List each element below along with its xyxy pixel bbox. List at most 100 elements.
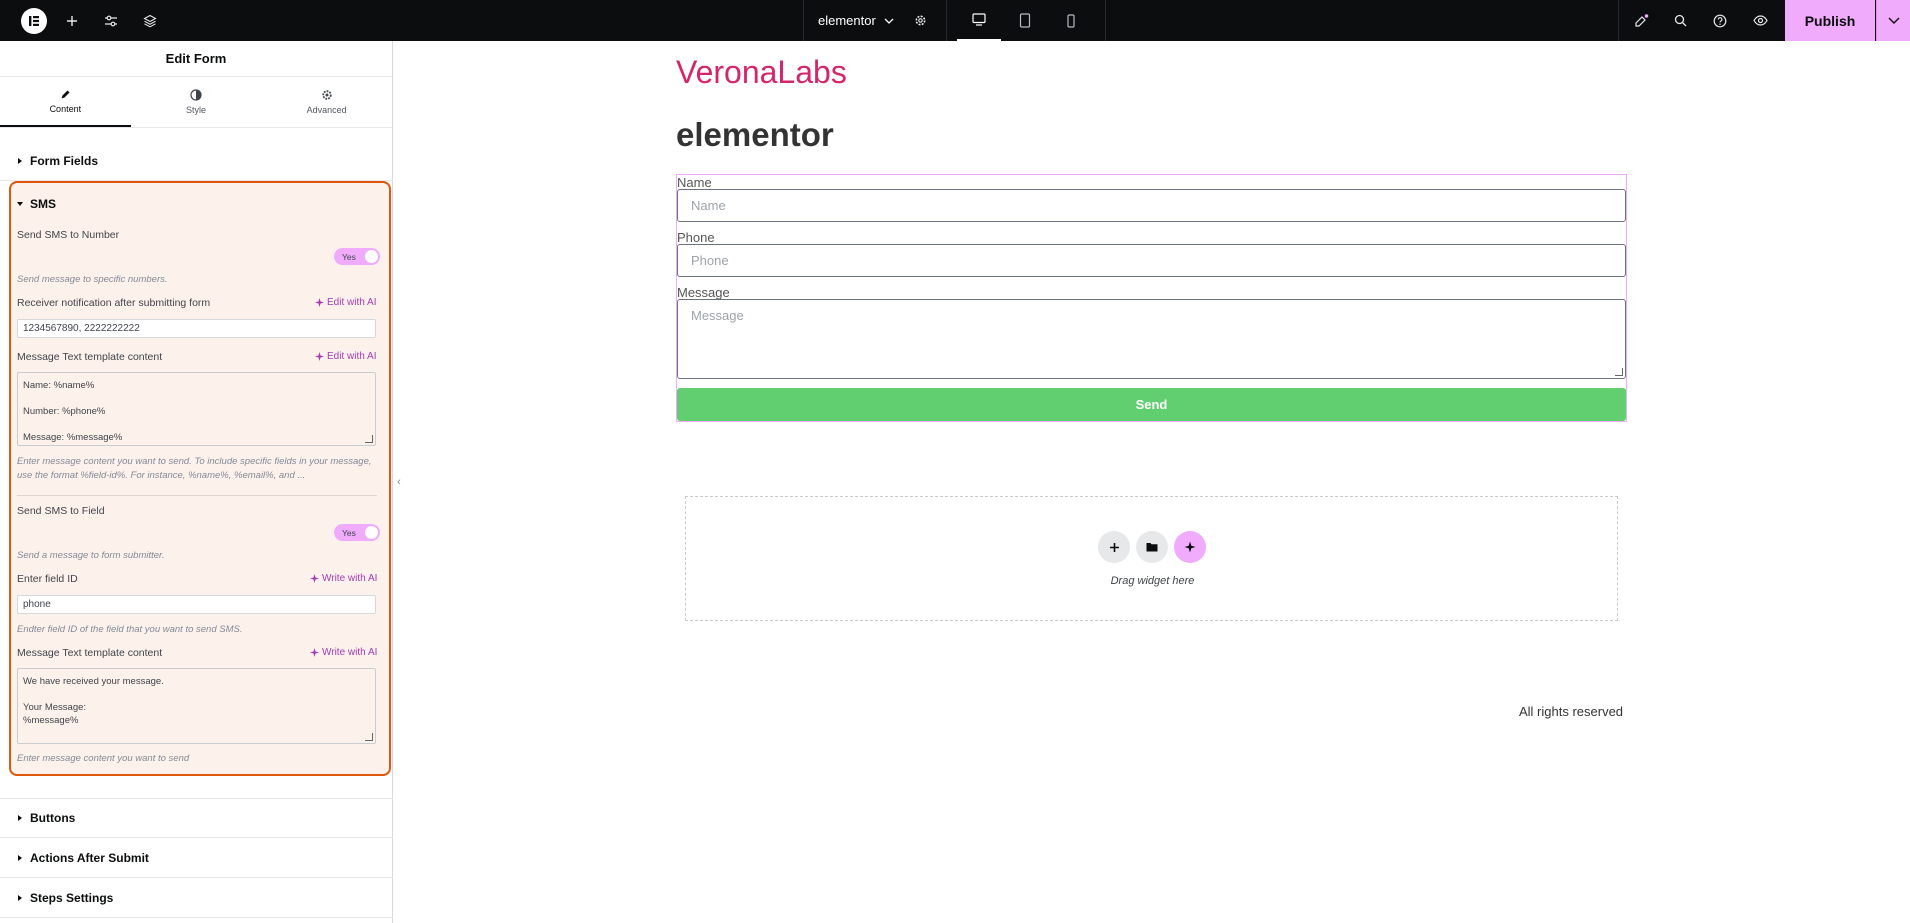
edit-with-ai-link[interactable]: Edit with AI bbox=[315, 297, 376, 308]
panel-title: Edit Form bbox=[0, 41, 392, 77]
resize-handle[interactable] bbox=[1615, 368, 1623, 376]
name-input[interactable]: Name bbox=[677, 189, 1626, 222]
message-textarea[interactable]: Message bbox=[677, 299, 1626, 379]
write-with-ai-label: Write with AI bbox=[322, 647, 378, 658]
write-with-ai-link[interactable]: Write with AI bbox=[310, 573, 377, 584]
brand-logo-text[interactable]: VeronaLabs bbox=[676, 54, 847, 91]
send-sms-to-field-desc: Send a message to form submitter. bbox=[17, 550, 165, 561]
send-sms-to-field-label: Send SMS to Field bbox=[17, 505, 105, 517]
send-sms-to-number-label: Send SMS to Number bbox=[17, 229, 120, 241]
field-id-value: phone bbox=[23, 599, 51, 610]
template-desc: Enter message content you want to send. … bbox=[17, 456, 372, 481]
toggle-knob bbox=[365, 526, 378, 539]
preview-eye-icon[interactable] bbox=[1748, 0, 1772, 41]
sparkle-icon bbox=[315, 352, 324, 361]
section-buttons[interactable]: Buttons bbox=[0, 798, 393, 838]
template-line: Name: %name% bbox=[23, 380, 95, 391]
tab-label: Advanced bbox=[306, 105, 347, 115]
site-title: elementor bbox=[676, 116, 834, 153]
field-id-input[interactable]: phone bbox=[17, 595, 376, 614]
send-button[interactable]: Send bbox=[677, 388, 1626, 421]
search-icon[interactable] bbox=[1668, 0, 1692, 41]
top-bar: elementor Publish bbox=[0, 0, 1910, 41]
write-with-ai-link[interactable]: Write with AI bbox=[310, 647, 377, 658]
divider bbox=[1618, 0, 1619, 41]
receiver-numbers-value: 1234567890, 2222222222 bbox=[23, 323, 140, 334]
footer-copyright: All rights reserved bbox=[1519, 704, 1624, 719]
edit-with-ai-link[interactable]: Edit with AI bbox=[315, 351, 376, 362]
resize-handle[interactable] bbox=[365, 435, 373, 443]
section-label: Buttons bbox=[30, 811, 76, 825]
send-sms-to-field-toggle[interactable]: Yes bbox=[334, 524, 380, 541]
section-steps-settings[interactable]: Steps Settings bbox=[0, 878, 393, 918]
template-line: We have received your message. bbox=[23, 676, 164, 687]
tab-content[interactable]: Content bbox=[0, 77, 131, 127]
add-template-button[interactable] bbox=[1136, 531, 1168, 563]
chevron-down-icon bbox=[884, 18, 894, 24]
section-form-fields[interactable]: Form Fields bbox=[0, 141, 393, 181]
template-line: Message: %message% bbox=[23, 432, 123, 443]
toggle-text: Yes bbox=[342, 251, 356, 262]
sparkle-icon bbox=[1184, 541, 1196, 553]
panel-tabs: Content Style Advanced bbox=[0, 77, 392, 128]
template-line: %message% bbox=[23, 715, 79, 726]
send-sms-to-number-toggle[interactable]: Yes bbox=[334, 248, 380, 265]
write-with-ai-label: Write with AI bbox=[322, 573, 378, 584]
add-section-button[interactable] bbox=[1098, 531, 1130, 563]
template-label: Message Text template content bbox=[17, 351, 163, 363]
publish-options-button[interactable] bbox=[1876, 0, 1910, 41]
whats-new-icon[interactable] bbox=[1629, 0, 1653, 41]
chevron-down-icon bbox=[1888, 17, 1899, 24]
drop-zone[interactable]: Drag widget here bbox=[685, 496, 1618, 621]
section-label: Actions After Submit bbox=[30, 850, 149, 865]
field-id-label: Enter field ID bbox=[17, 573, 78, 585]
elementor-logo-icon[interactable] bbox=[21, 8, 47, 34]
add-icon bbox=[1109, 542, 1119, 552]
tab-style[interactable]: Style bbox=[131, 77, 262, 127]
layers-icon[interactable] bbox=[138, 0, 162, 41]
desktop-icon[interactable] bbox=[957, 0, 1001, 41]
resize-handle[interactable] bbox=[365, 733, 373, 741]
message-label: Message bbox=[677, 285, 730, 300]
mobile-icon[interactable] bbox=[1049, 0, 1093, 41]
section-label: Form Fields bbox=[30, 153, 99, 168]
template2-textarea[interactable]: We have received your message. Your Mess… bbox=[17, 668, 376, 744]
template2-label: Message Text template content bbox=[17, 647, 163, 659]
template-line: Number: %phone% bbox=[23, 406, 106, 417]
tablet-icon[interactable] bbox=[1003, 0, 1047, 41]
tab-advanced[interactable]: Advanced bbox=[261, 77, 392, 127]
collapse-panel-icon[interactable]: ‹ bbox=[393, 472, 405, 492]
publish-button[interactable]: Publish bbox=[1785, 0, 1875, 41]
help-icon[interactable] bbox=[1708, 0, 1732, 41]
caret-right-icon bbox=[18, 157, 22, 164]
template-textarea[interactable]: Name: %name% Number: %phone% Message: %m… bbox=[17, 372, 376, 446]
name-placeholder: Name bbox=[691, 198, 726, 213]
section-actions-after-submit[interactable]: Actions After Submit bbox=[0, 838, 393, 878]
gear-icon[interactable] bbox=[908, 0, 932, 41]
phone-input[interactable]: Phone bbox=[677, 244, 1626, 277]
divider bbox=[803, 0, 804, 41]
caret-right-icon bbox=[18, 815, 22, 821]
add-icon[interactable] bbox=[60, 0, 84, 41]
receiver-numbers-input[interactable]: 1234567890, 2222222222 bbox=[17, 319, 376, 338]
caret-down-icon bbox=[17, 202, 23, 206]
template-line: Your Message: bbox=[23, 702, 87, 713]
section-label: Steps Settings bbox=[30, 890, 114, 905]
tab-label: Content bbox=[49, 103, 82, 114]
phone-placeholder: Phone bbox=[691, 253, 729, 268]
document-title-dropdown[interactable]: elementor bbox=[818, 0, 894, 41]
toggle-knob bbox=[365, 250, 378, 263]
section-label: SMS bbox=[30, 197, 57, 211]
settings-sliders-icon[interactable] bbox=[99, 0, 123, 41]
field-id-desc: Endter field ID of the field that you wa… bbox=[17, 624, 243, 635]
section-sms-header[interactable]: SMS bbox=[17, 197, 56, 211]
sparkle-icon bbox=[315, 298, 324, 307]
caret-right-icon bbox=[18, 894, 22, 901]
phone-label: Phone bbox=[677, 230, 715, 245]
toggle-text: Yes bbox=[342, 527, 356, 538]
send-sms-to-number-desc: Send message to specific numbers. bbox=[17, 274, 168, 285]
pencil-icon bbox=[61, 90, 70, 98]
receiver-label: Receiver notification after submitting f… bbox=[17, 297, 211, 309]
ai-build-button[interactable] bbox=[1174, 531, 1206, 563]
message-placeholder: Message bbox=[691, 308, 744, 323]
